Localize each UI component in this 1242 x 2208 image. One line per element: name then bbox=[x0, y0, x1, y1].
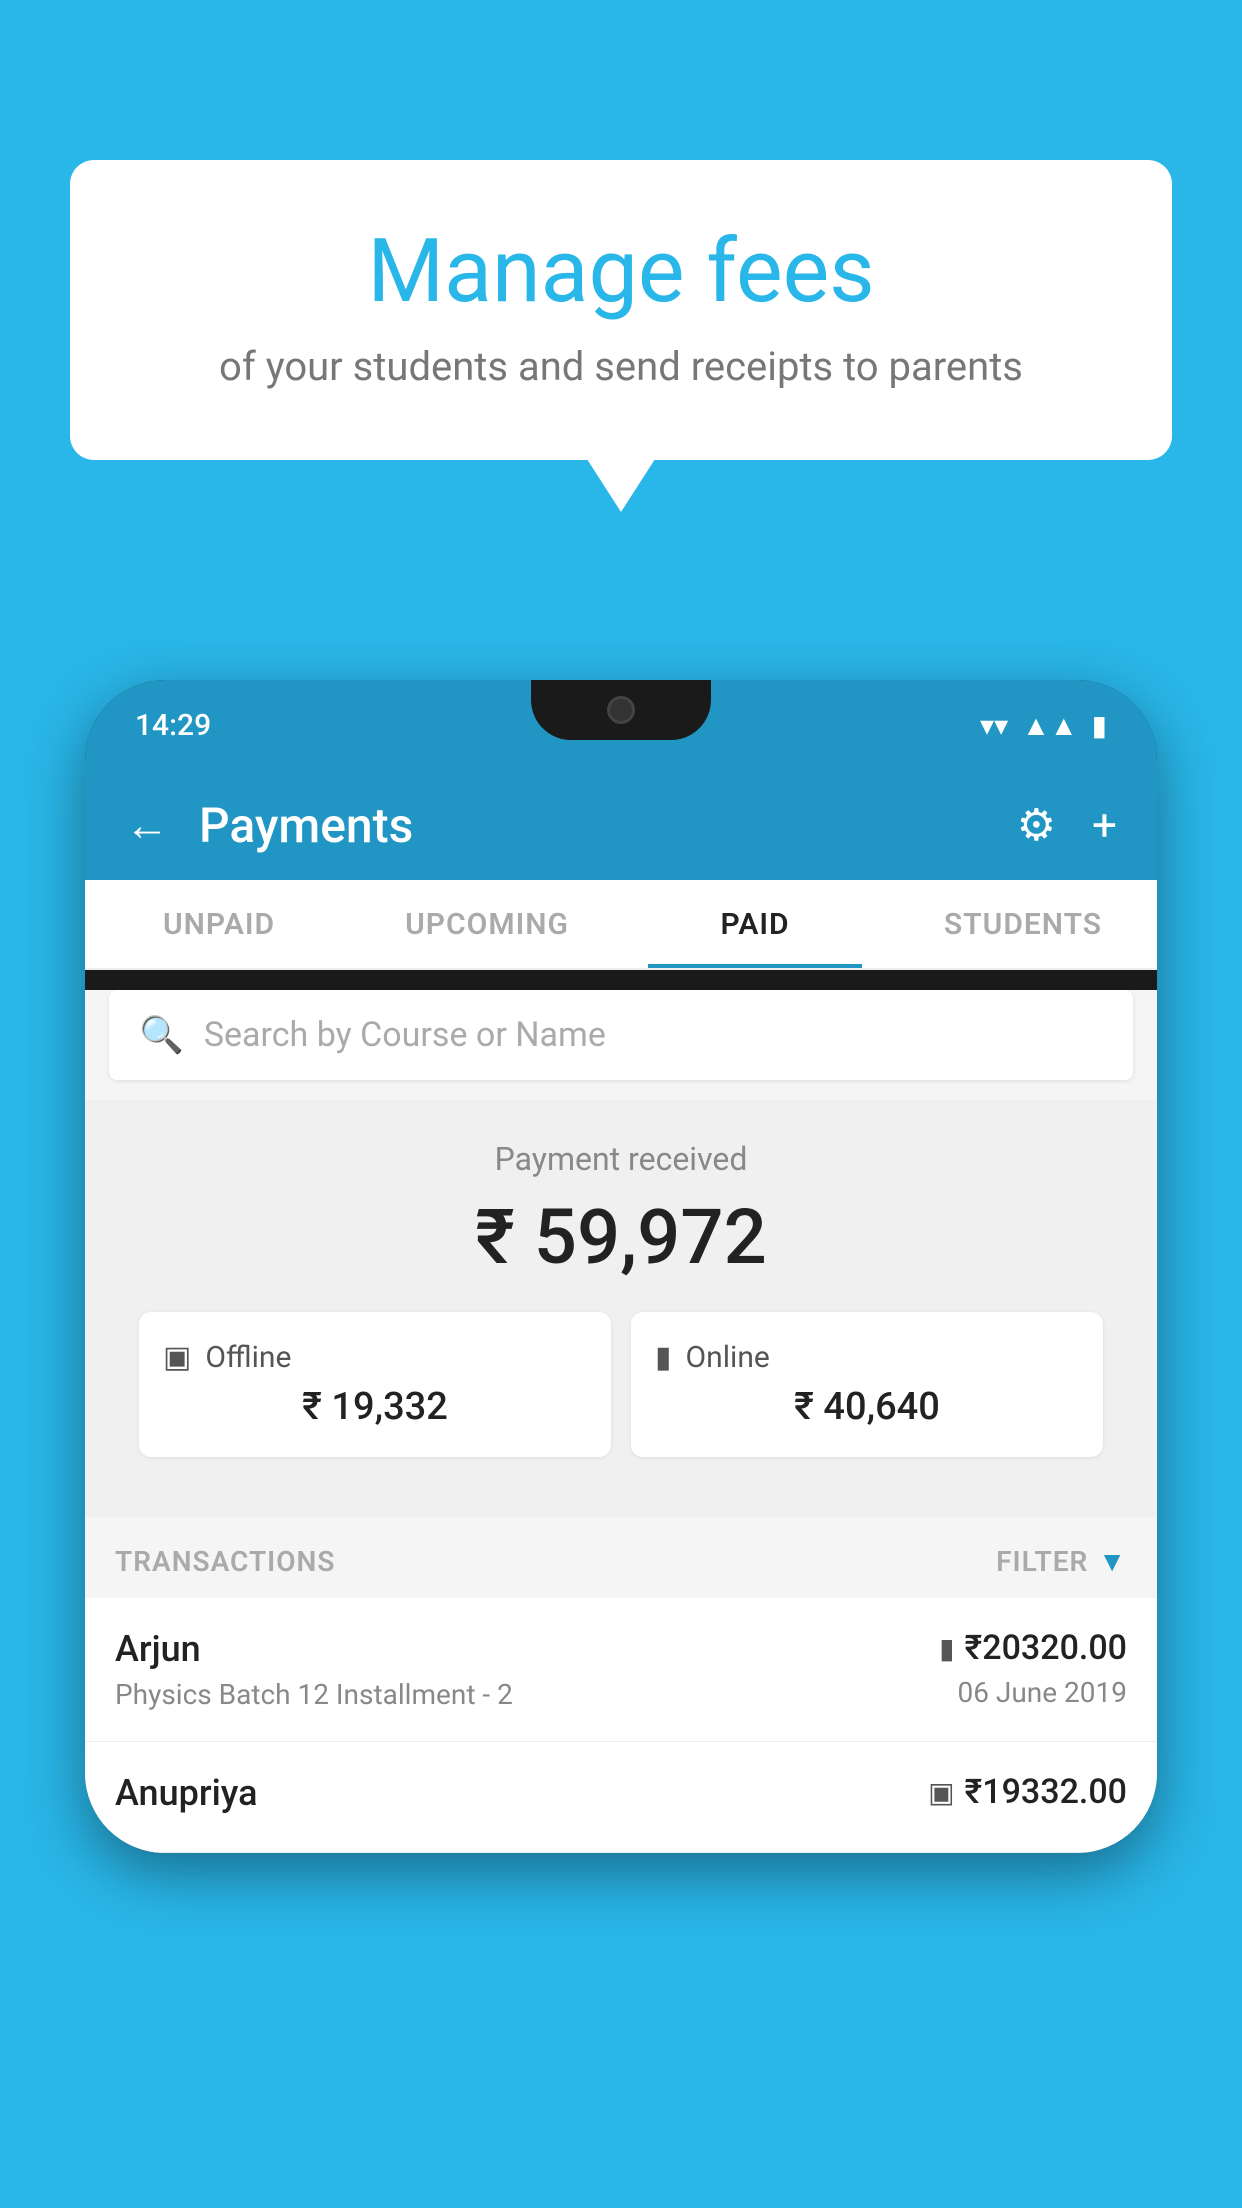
student-name: Anupriya bbox=[115, 1772, 258, 1814]
payment-received-section: Payment received ₹ 59,972 ▣ Offline ₹ 19… bbox=[85, 1100, 1157, 1517]
student-name: Arjun bbox=[115, 1628, 513, 1670]
add-button[interactable]: + bbox=[1092, 799, 1117, 851]
phone-wrapper: 14:29 ▾▾ ▲▲ ▮ ← Payments ⚙ + UNPAID UPCO… bbox=[85, 680, 1157, 2208]
wifi-icon: ▾▾ bbox=[980, 709, 1008, 742]
course-info: Physics Batch 12 Installment - 2 bbox=[115, 1678, 513, 1711]
back-button[interactable]: ← bbox=[125, 799, 169, 851]
settings-button[interactable]: ⚙ bbox=[1017, 799, 1056, 851]
search-icon: 🔍 bbox=[139, 1014, 184, 1056]
amount-row: ▣ ₹19332.00 bbox=[928, 1772, 1127, 1812]
offline-label: Offline bbox=[205, 1340, 291, 1375]
filter-button[interactable]: FILTER ▼ bbox=[996, 1545, 1127, 1578]
tab-unpaid[interactable]: UNPAID bbox=[85, 880, 353, 968]
transaction-left: Arjun Physics Batch 12 Installment - 2 bbox=[115, 1628, 513, 1711]
transaction-row[interactable]: Anupriya ▣ ₹19332.00 bbox=[85, 1742, 1157, 1853]
payment-cards-row: ▣ Offline ₹ 19,332 ▮ Online ₹ 40,640 bbox=[115, 1312, 1127, 1487]
bubble-subtitle: of your students and send receipts to pa… bbox=[130, 343, 1112, 390]
phone-notch bbox=[531, 680, 711, 740]
phone: 14:29 ▾▾ ▲▲ ▮ ← Payments ⚙ + UNPAID UPCO… bbox=[85, 680, 1157, 1853]
online-icon: ▮ bbox=[655, 1340, 672, 1375]
transaction-date: 06 June 2019 bbox=[939, 1676, 1127, 1709]
online-card-header: ▮ Online bbox=[655, 1340, 1079, 1375]
status-bar: 14:29 ▾▾ ▲▲ ▮ bbox=[85, 680, 1157, 770]
cash-icon: ▣ bbox=[928, 1776, 954, 1809]
filter-icon: ▼ bbox=[1098, 1545, 1127, 1578]
search-bar[interactable]: 🔍 Search by Course or Name bbox=[109, 990, 1133, 1080]
payment-received-label: Payment received bbox=[115, 1140, 1127, 1178]
transaction-left: Anupriya bbox=[115, 1772, 258, 1822]
transaction-amount: ₹19332.00 bbox=[965, 1772, 1127, 1812]
status-time: 14:29 bbox=[135, 708, 211, 743]
transactions-header: TRANSACTIONS FILTER ▼ bbox=[85, 1517, 1157, 1598]
offline-icon: ▣ bbox=[163, 1340, 191, 1375]
filter-label: FILTER bbox=[996, 1545, 1088, 1578]
amount-row: ▮ ₹20320.00 bbox=[939, 1628, 1127, 1668]
transaction-right: ▣ ₹19332.00 bbox=[928, 1772, 1127, 1820]
offline-card-header: ▣ Offline bbox=[163, 1340, 587, 1375]
signal-icon: ▲▲ bbox=[1022, 709, 1077, 742]
transaction-right: ▮ ₹20320.00 06 June 2019 bbox=[939, 1628, 1127, 1709]
tab-upcoming[interactable]: UPCOMING bbox=[353, 880, 621, 968]
tab-paid[interactable]: PAID bbox=[621, 880, 889, 968]
transaction-row[interactable]: Arjun Physics Batch 12 Installment - 2 ▮… bbox=[85, 1598, 1157, 1742]
battery-icon: ▮ bbox=[1092, 709, 1107, 742]
bubble-title: Manage fees bbox=[130, 220, 1112, 323]
status-icons: ▾▾ ▲▲ ▮ bbox=[980, 709, 1107, 742]
offline-amount: ₹ 19,332 bbox=[163, 1385, 587, 1429]
online-amount: ₹ 40,640 bbox=[655, 1385, 1079, 1429]
payment-total-amount: ₹ 59,972 bbox=[115, 1192, 1127, 1282]
online-label: Online bbox=[686, 1340, 770, 1375]
search-input[interactable]: Search by Course or Name bbox=[204, 1015, 606, 1055]
app-bar: ← Payments ⚙ + bbox=[85, 770, 1157, 880]
tabs-bar: UNPAID UPCOMING PAID STUDENTS bbox=[85, 880, 1157, 970]
app-bar-icons: ⚙ + bbox=[1017, 799, 1117, 851]
transaction-amount: ₹20320.00 bbox=[965, 1628, 1127, 1668]
card-icon: ▮ bbox=[939, 1632, 954, 1665]
online-card: ▮ Online ₹ 40,640 bbox=[631, 1312, 1103, 1457]
app-title: Payments bbox=[199, 797, 987, 854]
transactions-label: TRANSACTIONS bbox=[115, 1545, 335, 1578]
content-area: 🔍 Search by Course or Name Payment recei… bbox=[85, 990, 1157, 1853]
offline-card: ▣ Offline ₹ 19,332 bbox=[139, 1312, 611, 1457]
tab-students[interactable]: STUDENTS bbox=[889, 880, 1157, 968]
speech-bubble: Manage fees of your students and send re… bbox=[70, 160, 1172, 460]
camera bbox=[607, 696, 635, 724]
